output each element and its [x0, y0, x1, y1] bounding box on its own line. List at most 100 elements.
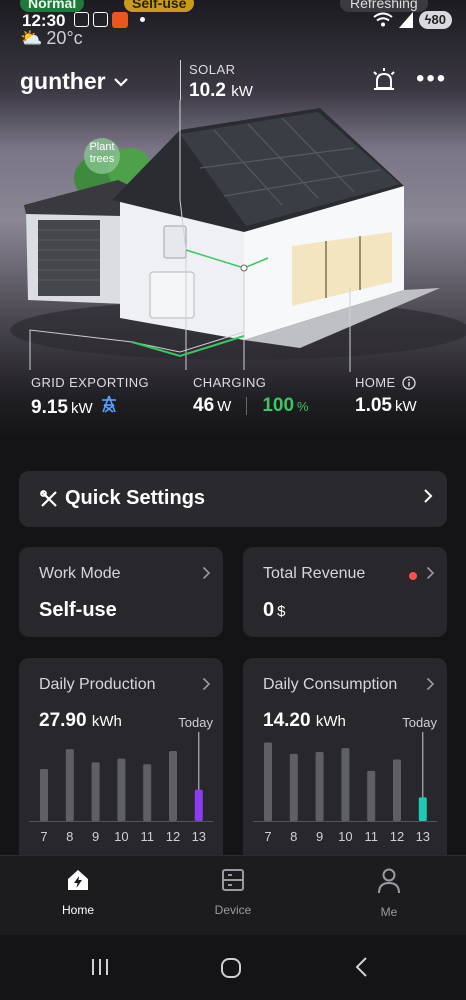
tab-home-label: Home — [61, 903, 94, 917]
tab-device[interactable]: Device — [183, 868, 283, 917]
daily-production-card[interactable]: Daily Production 27.90 kWh Today 7 8 9 10 11… — [19, 658, 223, 855]
home-label-row: HOME — [355, 375, 417, 390]
home-unit: kW — [394, 398, 417, 415]
x-tick-label: 7 — [264, 829, 271, 844]
chevron-right-icon — [202, 566, 211, 580]
tab-home[interactable]: Home — [28, 868, 128, 917]
divider — [246, 397, 248, 415]
power-tower-icon — [101, 395, 116, 413]
x-tick-label: 7 — [40, 829, 47, 844]
charging-label: CHARGING — [193, 375, 267, 390]
work-mode-pill: Self-use — [124, 0, 195, 12]
home-power: 1.05 kW — [355, 395, 417, 417]
x-tick-label: 12 — [390, 829, 404, 844]
revenue-currency: $ — [277, 603, 286, 620]
media-icon — [93, 12, 108, 27]
plant-trees-badge[interactable]: Plant trees — [84, 138, 120, 174]
tab-device-label: Device — [214, 903, 252, 917]
x-tick-label: 10 — [114, 829, 128, 844]
weather: ⛅ 20°c — [20, 28, 83, 49]
more-notifications-dot-icon — [140, 17, 145, 22]
bottom-tab-bar: Home Device Me — [0, 855, 466, 935]
bar-day-11 — [143, 764, 152, 821]
battery-indicator: ϟ80 — [418, 11, 452, 29]
bar-day-8 — [289, 753, 298, 821]
total-revenue-value: 0 $ — [263, 599, 285, 622]
tab-me[interactable]: Me — [339, 868, 439, 919]
site-header: gunther SOLAR 10.2 kW ••• — [0, 60, 466, 110]
bar-day-8 — [65, 749, 74, 821]
grid-label: GRID EXPORTING — [31, 375, 150, 390]
status-bar: Normal Self-use Refreshing 12:30 ⛅ 20°c … — [0, 0, 466, 52]
x-tick-label: 8 — [290, 829, 297, 844]
x-tick-label: 9 — [92, 829, 99, 844]
bar-day-9 — [315, 751, 324, 821]
chevron-right-icon — [424, 489, 433, 503]
bar-day-13 — [418, 797, 427, 821]
system-navigation-bar — [0, 935, 466, 1000]
total-revenue-title: Total Revenue — [263, 565, 366, 582]
battery-level: 80 — [431, 12, 446, 27]
grid-unit: kW — [70, 400, 93, 417]
partly-cloudy-icon: ⛅ — [20, 28, 43, 48]
consumption-bar-chart: 7 8 9 10 11 12 13 — [253, 732, 437, 844]
temu-app-icon — [112, 12, 128, 28]
signal-icon — [398, 12, 413, 28]
work-mode-value: Self-use — [39, 599, 117, 621]
percent-unit: % — [297, 399, 309, 414]
solar-flow-line — [180, 60, 181, 100]
home-button-icon[interactable] — [220, 957, 242, 979]
chevron-right-icon — [426, 566, 435, 580]
x-tick-label: 13 — [416, 829, 430, 844]
home-flow: HOME 1.05 kW — [355, 375, 417, 417]
battery-percent: 100 — [262, 395, 295, 416]
more-options-icon[interactable]: ••• — [416, 67, 447, 91]
daily-consumption-card[interactable]: Daily Consumption 14.20 kWh Today 7 8 9 10 1… — [243, 658, 447, 855]
recent-apps-icon[interactable] — [90, 957, 110, 977]
production-bar-chart: 7 8 9 10 11 12 13 — [29, 732, 213, 844]
charging-power: 46 W 100 % — [193, 395, 309, 417]
battery-charging-icon: ϟ — [424, 12, 432, 27]
info-icon[interactable] — [401, 375, 416, 390]
wifi-icon — [373, 12, 393, 27]
bar-day-10 — [117, 758, 126, 821]
tools-icon — [40, 490, 57, 507]
solar-label: SOLAR — [189, 62, 236, 77]
home-bolt-icon — [68, 870, 88, 890]
grid-flow: GRID EXPORTING 9.15 kW — [31, 375, 149, 419]
bar-day-7 — [264, 742, 272, 821]
x-tick-label: 9 — [316, 829, 323, 844]
home-label: HOME — [355, 375, 396, 390]
device-icon — [222, 869, 244, 891]
alarm-icon[interactable] — [370, 66, 398, 94]
bar-day-12 — [169, 751, 177, 821]
work-mode-title: Work Mode — [39, 565, 121, 582]
x-tick-label: 10 — [338, 829, 352, 844]
temperature: 20°c — [46, 28, 83, 48]
x-tick-label: 11 — [364, 829, 378, 844]
notification-dot-icon — [409, 572, 417, 580]
charging-flow: CHARGING 46 W 100 % — [193, 375, 309, 417]
x-tick-label: 11 — [140, 829, 154, 844]
work-mode-card[interactable]: Work Mode Self-use — [19, 547, 223, 637]
x-tick-label: 8 — [66, 829, 73, 844]
bar-day-11 — [367, 770, 376, 821]
bar-day-7 — [40, 768, 48, 821]
chevron-down-icon — [113, 77, 128, 87]
person-icon — [378, 868, 400, 894]
site-selector[interactable]: gunther — [20, 68, 128, 95]
notification-icons — [74, 12, 145, 28]
energy-flow-hero: Normal Self-use Refreshing 12:30 ⛅ 20°c … — [0, 0, 466, 440]
site-name: gunther — [20, 68, 106, 94]
grid-value: 9.15 — [31, 397, 68, 418]
bar-day-13 — [194, 789, 203, 821]
revenue-amount: 0 — [263, 599, 275, 621]
total-revenue-card[interactable]: Total Revenue 0 $ — [243, 547, 447, 637]
solar-power: 10.2 kW — [189, 80, 253, 102]
back-icon[interactable] — [354, 957, 368, 977]
charging-unit: W — [217, 398, 232, 415]
tab-me-label: Me — [380, 905, 398, 919]
system-status: ϟ80 — [373, 11, 452, 29]
quick-settings-card[interactable]: Quick Settings — [19, 471, 447, 527]
quick-settings-title: Quick Settings — [65, 487, 206, 509]
